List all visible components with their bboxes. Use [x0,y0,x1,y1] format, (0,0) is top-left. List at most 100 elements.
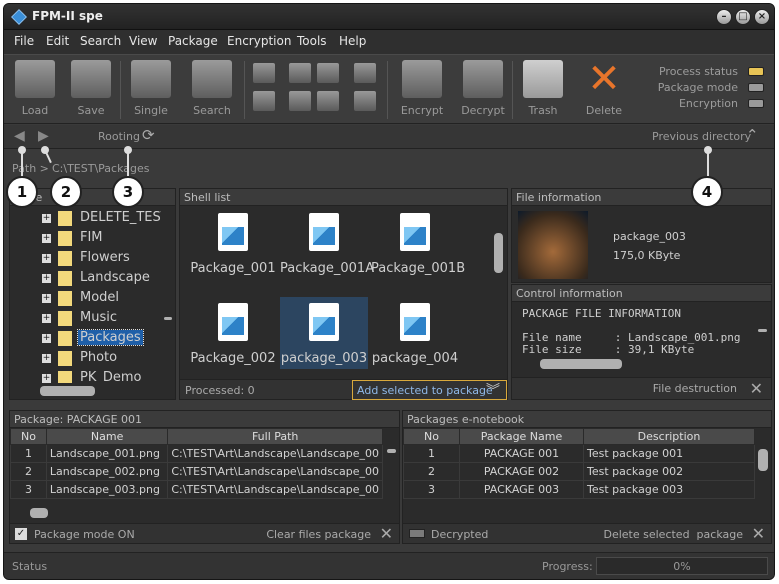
folder-copy-icon[interactable] [289,63,311,83]
delete-x-icon: ✕ [587,56,621,102]
package-mode-checkbox[interactable]: ✓ [15,528,27,540]
delete-button[interactable]: ✕ Delete [581,56,627,117]
image-file-icon [309,303,339,341]
table-row[interactable]: 3 PACKAGE 003 Test package 003 [403,480,755,499]
control-info-scrollbar[interactable] [755,307,769,365]
trash-button[interactable]: Trash [520,60,566,117]
expand-icon[interactable]: + [42,314,51,323]
expand-icon[interactable]: + [42,234,51,243]
delete-selected-package-button[interactable]: Delete selected package [603,528,743,541]
clear-files-package-button[interactable]: Clear files package [266,528,371,541]
notebook-horizontal-scrollbar[interactable] [403,506,757,520]
destruction-x-icon[interactable]: ✕ [750,379,763,398]
save-button[interactable]: Save [68,60,114,117]
notebook-vertical-scrollbar[interactable] [756,431,770,503]
close-button[interactable]: × [754,9,770,25]
scroll-thumb[interactable] [758,449,768,471]
image-file-icon [400,303,430,341]
expand-icon[interactable]: + [42,374,51,383]
callout-anchor [124,146,132,154]
expand-icon[interactable]: + [42,274,51,283]
file-destruction-button[interactable]: File destruction [653,382,737,395]
control-info-hscrollbar[interactable] [512,357,755,371]
callout-anchor [704,146,712,154]
maximize-button[interactable]: □ [735,9,751,25]
column-header[interactable]: Full Path [167,428,383,445]
scroll-thumb[interactable] [164,317,172,320]
file-item[interactable]: package_004 [371,303,459,366]
search-button[interactable]: Search [189,60,235,117]
package-vertical-scrollbar[interactable] [384,431,398,503]
menu-file[interactable]: File [14,34,34,48]
column-header[interactable]: No [10,428,47,445]
package-thumbnail [518,211,588,279]
file-item[interactable]: Package_001A [280,213,374,276]
expand-icon[interactable]: + [42,254,51,263]
encrypt-button[interactable]: Encrypt [399,60,445,117]
table-row[interactable]: 2 Landscape_002.png C:\TEST\Art\Landscape\… [10,462,383,481]
tree-vertical-scrollbar[interactable] [161,207,175,382]
menu-tools[interactable]: Tools [297,34,327,48]
column-header[interactable]: No [403,428,460,445]
encryption-indicator [748,99,764,108]
add-selected-button[interactable]: Add selected to package ︾ [352,380,507,400]
scroll-thumb[interactable] [30,508,48,518]
scroll-thumb[interactable] [758,329,767,332]
scroll-thumb[interactable] [40,386,95,396]
shell-vertical-scrollbar[interactable] [491,207,505,377]
toolbar-divider [512,61,513,119]
menu-encryption[interactable]: Encryption [227,34,291,48]
scroll-thumb[interactable] [540,359,622,369]
table-row[interactable]: 1 PACKAGE 001 Test package 001 [403,444,755,463]
disk-icon[interactable] [317,63,339,83]
network-icon[interactable] [289,91,311,111]
menu-help[interactable]: Help [339,34,366,48]
decrypt-button[interactable]: Decrypt [460,60,506,117]
copy-icon[interactable] [253,63,275,83]
file-item[interactable]: Package_001B [371,213,465,276]
expand-icon[interactable]: + [42,334,51,343]
archive-icon[interactable] [317,91,339,111]
file-item-selected[interactable]: package_003 [280,297,368,369]
forward-arrow-icon[interactable]: ▶ [38,128,49,144]
clear-x-icon[interactable]: ✕ [380,524,393,543]
up-chevron-icon[interactable]: ⌃ [746,126,759,144]
scroll-thumb[interactable] [494,233,503,273]
minimize-button[interactable]: – [716,9,732,25]
scroll-thumb[interactable] [387,449,396,453]
file-information-header: File information [512,189,771,206]
shell-footer: Processed: 0 Add selected to package ︾ [180,379,507,400]
refresh-icon[interactable]: ⟳ [142,126,155,144]
file-item[interactable]: Package_001 [189,213,277,276]
column-header[interactable]: Name [45,428,169,445]
encryption-label: Encryption [678,97,738,110]
table-row[interactable]: 3 Landscape_003.png C:\TEST\Art\Landscape\… [10,480,383,499]
menu-search[interactable]: Search [80,34,121,48]
load-button[interactable]: Load [12,60,58,117]
column-header[interactable]: Description [583,428,755,445]
column-header[interactable]: Package Name [459,428,584,445]
tree-horizontal-scrollbar[interactable] [10,383,175,399]
menu-package[interactable]: Package [168,34,218,48]
expand-icon[interactable]: + [42,354,51,363]
single-button[interactable]: Single [128,60,174,117]
expand-icon[interactable]: + [42,214,51,223]
file-item[interactable]: Package_002 [189,303,277,366]
back-arrow-icon[interactable]: ◀ [14,128,25,144]
expand-icon[interactable]: + [42,294,51,303]
delete-x-icon[interactable]: ✕ [752,524,765,543]
menu-edit[interactable]: Edit [46,34,69,48]
drive-icon[interactable] [354,91,376,111]
notebook-panel: Packages e-notebook No Package Name Descri… [402,410,772,544]
path-value[interactable]: C:\TEST\Packages [52,162,150,175]
package-horizontal-scrollbar[interactable] [10,506,385,520]
control-info-footer: File destruction ✕ [512,377,771,399]
checklist-icon[interactable] [354,63,376,83]
cell: Test package 001 [583,444,755,463]
add-file-icon[interactable] [253,91,275,111]
table-row[interactable]: 1 Landscape_001.png C:\TEST\Art\Landscape\… [10,444,383,463]
cell: PACKAGE 002 [459,462,584,481]
menu-view[interactable]: View [129,34,157,48]
encrypt-label: Encrypt [400,104,444,117]
table-row[interactable]: 2 PACKAGE 002 Test package 002 [403,462,755,481]
